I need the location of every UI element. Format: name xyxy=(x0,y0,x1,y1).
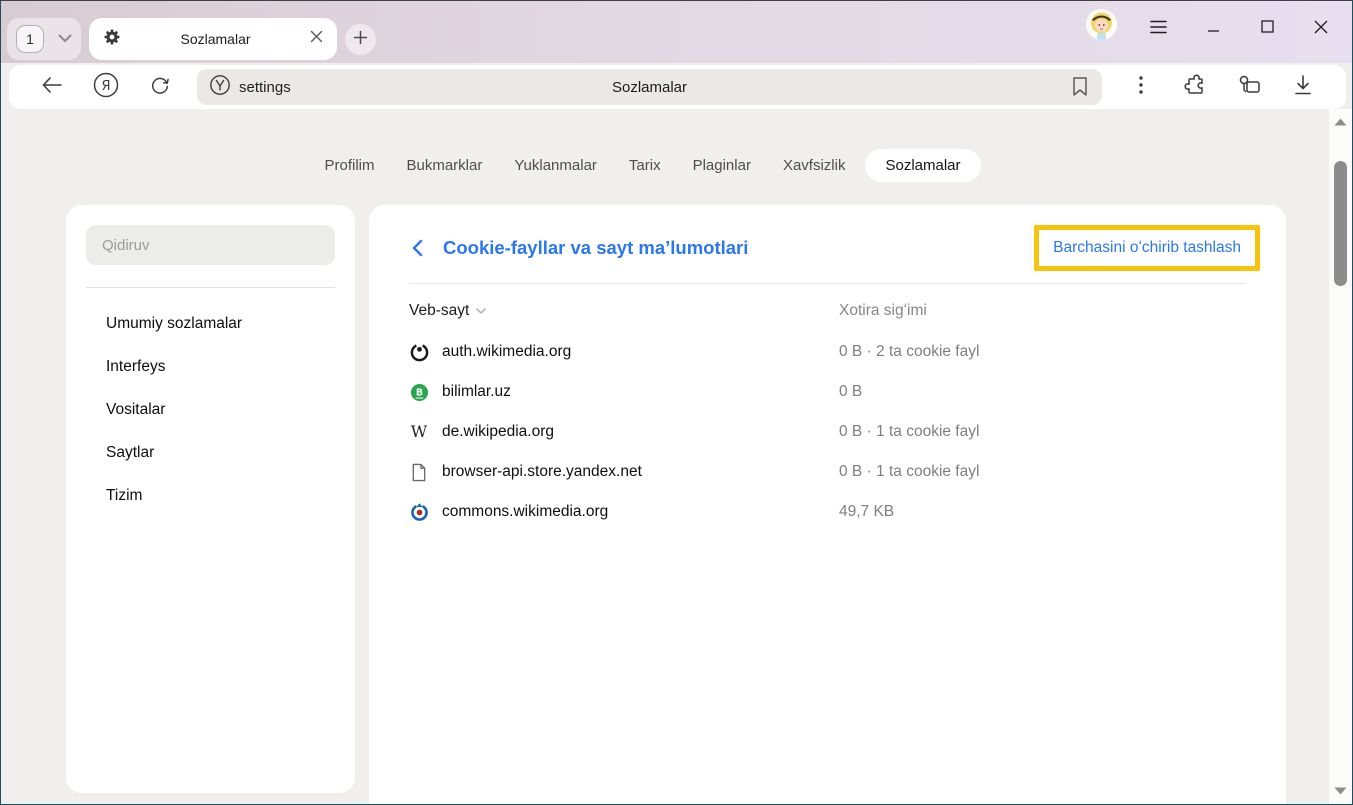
maximize-icon xyxy=(1261,20,1274,38)
cookies-panel: Cookie-fayllar va sayt ma’lumotlari Barc… xyxy=(369,205,1286,805)
column-size-label: Xotira sigʻimi xyxy=(839,302,927,320)
site-domain: bilimlar.uz xyxy=(442,383,511,401)
nav-plaginlar[interactable]: Plaginlar xyxy=(681,149,763,182)
settings-page: Profilim Bukmarklar Yuklanmalar Tarix Pl… xyxy=(1,109,1352,804)
browser-toolbar: Я settings Sozlamalar xyxy=(9,65,1346,109)
search-input[interactable] xyxy=(86,225,335,265)
back-chevron-icon[interactable] xyxy=(411,239,423,257)
download-icon xyxy=(1294,75,1312,100)
scroll-up-arrow[interactable] xyxy=(1333,117,1348,127)
sort-chevron-icon xyxy=(476,308,486,314)
settings-sidebar: Umumiy sozlamalar Interfeys Vositalar Sa… xyxy=(66,205,355,793)
page-heading: Cookie-fayllar va sayt ma’lumotlari xyxy=(443,237,1034,259)
table-row[interactable]: auth.wikimedia.org 0 B · 2 ta cookie fay… xyxy=(369,332,1286,372)
site-size: 49,7 KB xyxy=(839,503,894,521)
svg-text:Я: Я xyxy=(101,79,110,94)
hamburger-icon xyxy=(1150,20,1167,39)
password-manager-button[interactable] xyxy=(1235,73,1263,101)
table-row[interactable]: commons.wikimedia.org 49,7 KB xyxy=(369,492,1286,532)
new-tab-button[interactable] xyxy=(345,24,376,55)
yandex-logo-icon: Я xyxy=(93,72,119,103)
sidebar-list: Umumiy sozlamalar Interfeys Vositalar Sa… xyxy=(66,302,355,517)
sidebar-divider xyxy=(86,287,335,288)
sidebar-item-vositalar[interactable]: Vositalar xyxy=(66,388,355,431)
key-wallet-icon xyxy=(1236,73,1262,102)
tab-title: Sozlamalar xyxy=(121,31,310,47)
wikimedia-favicon xyxy=(409,342,429,362)
site-size: 0 B xyxy=(839,383,862,401)
more-options-button[interactable] xyxy=(1127,73,1155,101)
site-domain: browser-api.store.yandex.net xyxy=(442,463,642,481)
page-scrollbar[interactable] xyxy=(1329,109,1352,804)
column-site-sort[interactable]: Veb-sayt xyxy=(409,302,839,320)
svg-text:B: B xyxy=(415,387,422,398)
site-size: 0 B · 2 ta cookie fayl xyxy=(839,343,979,361)
site-domain: commons.wikimedia.org xyxy=(442,503,608,521)
plus-icon xyxy=(353,30,368,50)
sidebar-item-tizim[interactable]: Tizim xyxy=(66,474,355,517)
close-icon xyxy=(1314,20,1328,39)
table-header: Veb-sayt Xotira sigʻimi xyxy=(369,284,1286,332)
nav-tarix[interactable]: Tarix xyxy=(617,149,673,182)
tab-strip: 1 Sozlamalar xyxy=(1,1,1352,63)
nav-profilim[interactable]: Profilim xyxy=(312,149,386,182)
delete-all-button[interactable]: Barchasini oʻchirib tashlash xyxy=(1039,230,1255,266)
column-site-label: Veb-sayt xyxy=(409,302,469,320)
profile-avatar[interactable] xyxy=(1086,9,1117,40)
sidebar-item-umumiy-sozlamalar[interactable]: Umumiy sozlamalar xyxy=(66,302,355,345)
gear-icon xyxy=(103,28,121,51)
nav-bukmarklar[interactable]: Bukmarklar xyxy=(395,149,495,182)
site-table: auth.wikimedia.org 0 B · 2 ta cookie fay… xyxy=(369,332,1286,532)
reload-icon xyxy=(149,74,171,101)
table-row[interactable]: W de.wikipedia.org 0 B · 1 ta cookie fay… xyxy=(369,412,1286,452)
scroll-down-arrow[interactable] xyxy=(1333,786,1348,796)
downloads-button[interactable] xyxy=(1289,73,1317,101)
close-window-button[interactable] xyxy=(1305,13,1337,45)
puzzle-icon xyxy=(1183,73,1207,102)
delete-all-highlight: Barchasini oʻchirib tashlash xyxy=(1034,225,1260,271)
scrollbar-thumb[interactable] xyxy=(1334,161,1347,286)
vertical-dots-icon xyxy=(1139,76,1143,99)
menu-button[interactable] xyxy=(1142,13,1174,45)
tab-sozlamalar[interactable]: Sozlamalar xyxy=(89,18,337,60)
site-domain: auth.wikimedia.org xyxy=(442,343,571,361)
table-row[interactable]: browser-api.store.yandex.net 0 B · 1 ta … xyxy=(369,452,1286,492)
bilimlar-favicon: B xyxy=(409,382,429,402)
sidebar-item-saytlar[interactable]: Saytlar xyxy=(66,431,355,474)
sidebar-item-interfeys[interactable]: Interfeys xyxy=(66,345,355,388)
address-bar[interactable]: settings Sozlamalar xyxy=(197,69,1102,105)
browser-window: 1 Sozlamalar xyxy=(0,0,1353,805)
minimize-icon xyxy=(1207,20,1220,38)
site-domain: de.wikipedia.org xyxy=(442,423,554,441)
nav-xavfsizlik[interactable]: Xavfsizlik xyxy=(771,149,858,182)
maximize-button[interactable] xyxy=(1251,13,1283,45)
yandex-home-button[interactable]: Я xyxy=(92,73,120,101)
table-row[interactable]: B bilimlar.uz 0 B xyxy=(369,372,1286,412)
extensions-button[interactable] xyxy=(1181,73,1209,101)
minimize-button[interactable] xyxy=(1197,13,1229,45)
site-badge-icon[interactable] xyxy=(209,74,231,101)
back-arrow-icon xyxy=(42,77,62,98)
bookmark-icon[interactable] xyxy=(1070,75,1090,104)
address-url-text[interactable]: settings xyxy=(239,79,291,96)
chevron-down-icon xyxy=(58,30,72,48)
tab-counter-button[interactable]: 1 xyxy=(7,18,81,60)
tab-count-badge: 1 xyxy=(16,25,44,53)
reload-button[interactable] xyxy=(146,73,174,101)
wikimedia-commons-favicon xyxy=(409,502,429,522)
site-size: 0 B · 1 ta cookie fayl xyxy=(839,423,979,441)
settings-nav: Profilim Bukmarklar Yuklanmalar Tarix Pl… xyxy=(1,149,1292,182)
tab-close-icon[interactable] xyxy=(310,30,323,48)
back-button[interactable] xyxy=(38,73,66,101)
generic-page-favicon xyxy=(409,462,429,482)
page-title: Sozlamalar xyxy=(612,79,687,96)
cookies-header: Cookie-fayllar va sayt ma’lumotlari Barc… xyxy=(369,217,1286,279)
site-size: 0 B · 1 ta cookie fayl xyxy=(839,463,979,481)
nav-sozlamalar-active[interactable]: Sozlamalar xyxy=(865,149,980,182)
nav-yuklanmalar[interactable]: Yuklanmalar xyxy=(502,149,609,182)
wikipedia-favicon: W xyxy=(409,422,429,442)
